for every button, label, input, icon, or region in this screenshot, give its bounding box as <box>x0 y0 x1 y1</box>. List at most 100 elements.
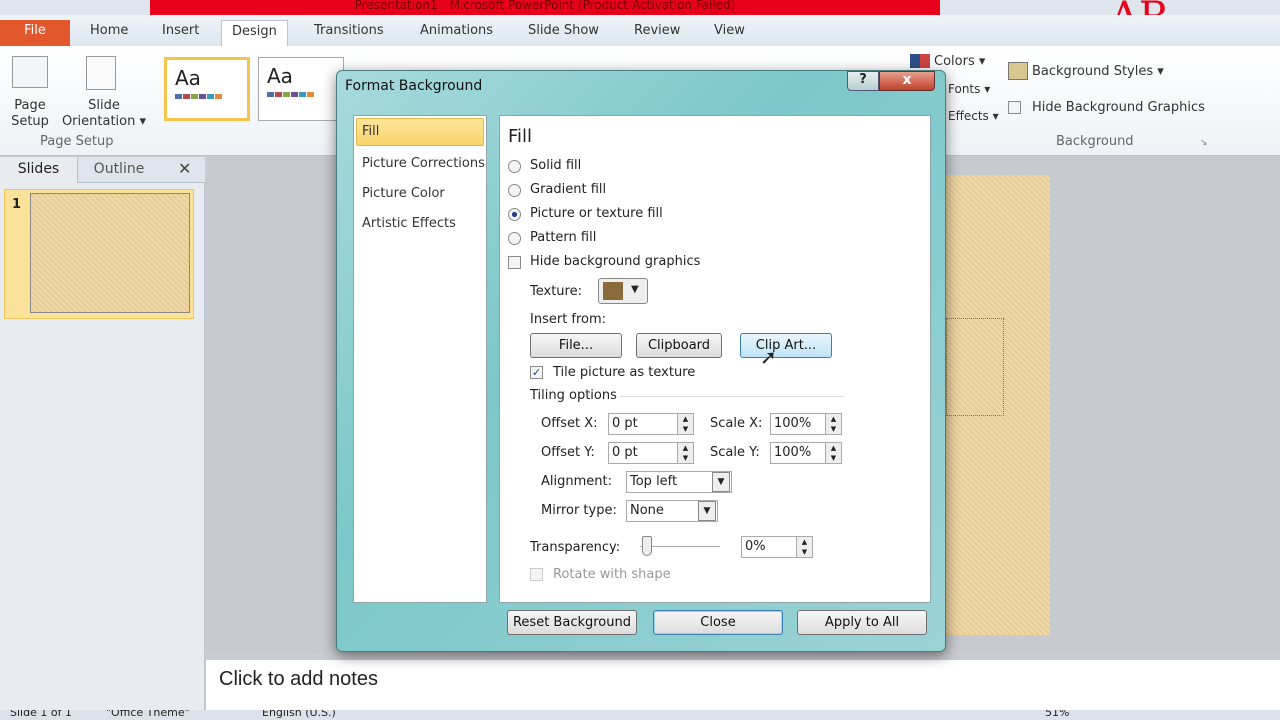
hide-background-graphics-label: Hide background graphics <box>530 254 701 269</box>
solid-fill-radio[interactable] <box>508 160 521 173</box>
background-group-label: Background <box>1056 134 1134 149</box>
tab-view[interactable]: View <box>704 20 755 46</box>
title-placeholder[interactable] <box>946 318 1004 416</box>
slide-thumbnail-image <box>30 193 190 313</box>
colors-icon <box>910 54 930 68</box>
fill-panel: Fill Solid fill Gradient fill Picture or… <box>499 115 931 603</box>
dialog-launcher-icon[interactable]: ↘ <box>1200 138 1208 148</box>
offset-x-input[interactable]: 0 pt <box>608 413 678 435</box>
page-setup-button[interactable]: Page Setup <box>6 98 54 130</box>
pattern-fill-label: Pattern fill <box>530 230 597 245</box>
hide-background-graphics-label: Hide Background Graphics <box>1032 100 1205 115</box>
tile-picture-checkbox[interactable]: ✓ <box>530 366 543 379</box>
status-zoom[interactable]: 51% <box>1045 710 1069 720</box>
chevron-down-icon: ▼ <box>631 284 639 295</box>
tab-slide-show[interactable]: Slide Show <box>518 20 609 46</box>
status-slide: Slide 1 of 1 <box>10 710 72 719</box>
dialog-title: Format Background <box>345 78 483 94</box>
page-setup-group-label: Page Setup <box>40 134 114 149</box>
chevron-down-icon[interactable]: ▼ <box>712 472 730 492</box>
effects-button[interactable]: Effects ▾ <box>948 108 999 124</box>
apply-to-all-button[interactable]: Apply to All <box>797 610 927 635</box>
theme-office[interactable]: Aa <box>164 57 250 121</box>
theme-sample: Aa <box>175 66 201 90</box>
picture-texture-fill-radio[interactable] <box>508 208 521 221</box>
scale-x-input[interactable]: 100% <box>770 413 826 435</box>
notes-pane[interactable]: Click to add notes <box>206 660 1280 710</box>
offset-x-spinner[interactable]: ▲ ▼ <box>677 413 694 435</box>
offset-x-label: Offset X: <box>541 416 598 431</box>
help-button[interactable]: ? <box>847 71 879 91</box>
close-icon[interactable]: x <box>879 71 935 91</box>
tab-outline[interactable]: Outline <box>80 157 158 183</box>
insert-from-label: Insert from: <box>530 312 607 327</box>
tile-picture-label: Tile picture as texture <box>553 365 696 380</box>
reset-background-button[interactable]: Reset Background <box>507 610 637 635</box>
window-title: Presentation1 - Microsoft PowerPoint (Pr… <box>150 0 940 15</box>
close-panel-icon[interactable]: ✕ <box>178 159 191 178</box>
rotate-with-shape-label: Rotate with shape <box>553 567 671 582</box>
transparency-slider-thumb[interactable] <box>642 536 652 556</box>
tab-design[interactable]: Design <box>221 20 288 46</box>
tiling-options-label: Tiling options <box>530 388 617 403</box>
tab-file[interactable]: File <box>0 20 70 46</box>
scale-x-spinner[interactable]: ▲ ▼ <box>825 413 842 435</box>
category-list: Fill Picture Corrections Picture Color A… <box>353 115 487 603</box>
slide-orientation-button[interactable]: Slide Orientation ▾ <box>60 98 148 130</box>
ribbon-tabs: File Home Insert Design Transitions Anim… <box>0 15 1280 46</box>
offset-y-spinner[interactable]: ▲ ▼ <box>677 442 694 464</box>
tab-home[interactable]: Home <box>80 20 138 46</box>
fonts-button[interactable]: Fonts ▾ <box>948 81 990 97</box>
texture-label: Texture: <box>530 284 582 299</box>
category-picture-corrections[interactable]: Picture Corrections <box>362 156 485 171</box>
background-styles-label: Background Styles <box>1032 64 1154 79</box>
effects-label: Effects <box>948 109 989 123</box>
scale-y-input[interactable]: 100% <box>770 442 826 464</box>
scale-y-label: Scale Y: <box>710 445 760 460</box>
theme-2[interactable]: Aa <box>258 57 344 121</box>
tab-insert[interactable]: Insert <box>152 20 209 46</box>
category-fill[interactable]: Fill <box>362 124 379 139</box>
chevron-down-icon[interactable]: ▼ <box>698 501 716 521</box>
mouse-cursor-icon: ➚ <box>760 345 777 369</box>
hide-background-graphics-checkbox[interactable] <box>508 256 521 269</box>
tab-animations[interactable]: Animations <box>410 20 503 46</box>
texture-swatch-icon <box>603 282 623 300</box>
category-artistic-effects[interactable]: Artistic Effects <box>362 216 456 231</box>
theme-sample: Aa <box>267 64 293 88</box>
slide-orientation-label: Slide Orientation <box>61 98 136 129</box>
gradient-fill-label: Gradient fill <box>530 182 607 197</box>
slide-orientation-icon <box>86 56 116 90</box>
transparency-label: Transparency: <box>530 540 621 555</box>
gradient-fill-radio[interactable] <box>508 184 521 197</box>
tab-transitions[interactable]: Transitions <box>304 20 394 46</box>
close-button[interactable]: Close <box>653 610 783 635</box>
scale-y-spinner[interactable]: ▲ ▼ <box>825 442 842 464</box>
category-picture-color[interactable]: Picture Color <box>362 186 445 201</box>
divider <box>620 396 845 397</box>
hide-background-graphics-checkbox[interactable] <box>1008 101 1021 114</box>
transparency-slider-track[interactable] <box>640 546 720 547</box>
rotate-with-shape-checkbox[interactable] <box>530 568 543 581</box>
tab-slides[interactable]: Slides <box>0 157 78 183</box>
transparency-spinner[interactable]: ▲ ▼ <box>796 536 813 558</box>
mirror-type-label: Mirror type: <box>541 503 617 518</box>
clipboard-button[interactable]: Clipboard <box>636 333 722 358</box>
file-button[interactable]: File... <box>530 333 622 358</box>
offset-y-input[interactable]: 0 pt <box>608 442 678 464</box>
clip-art-button[interactable]: Clip Art... <box>740 333 832 358</box>
colors-button[interactable]: Colors ▾ <box>934 54 985 70</box>
scale-x-label: Scale X: <box>710 416 763 431</box>
picture-texture-fill-label: Picture or texture fill <box>530 206 663 221</box>
slides-panel: Slides Outline ✕ 1 <box>0 157 205 710</box>
pattern-fill-radio[interactable] <box>508 232 521 245</box>
background-styles-button[interactable]: Background Styles ▾ <box>1032 64 1164 80</box>
section-title: Fill <box>508 126 533 147</box>
transparency-input[interactable]: 0% <box>741 536 797 558</box>
tab-review[interactable]: Review <box>624 20 690 46</box>
fonts-label: Fonts <box>948 82 981 96</box>
texture-dropdown[interactable]: ▼ <box>598 278 648 304</box>
status-language[interactable]: English (U.S.) <box>262 710 336 720</box>
background-styles-icon <box>1008 62 1028 80</box>
solid-fill-label: Solid fill <box>530 158 582 173</box>
